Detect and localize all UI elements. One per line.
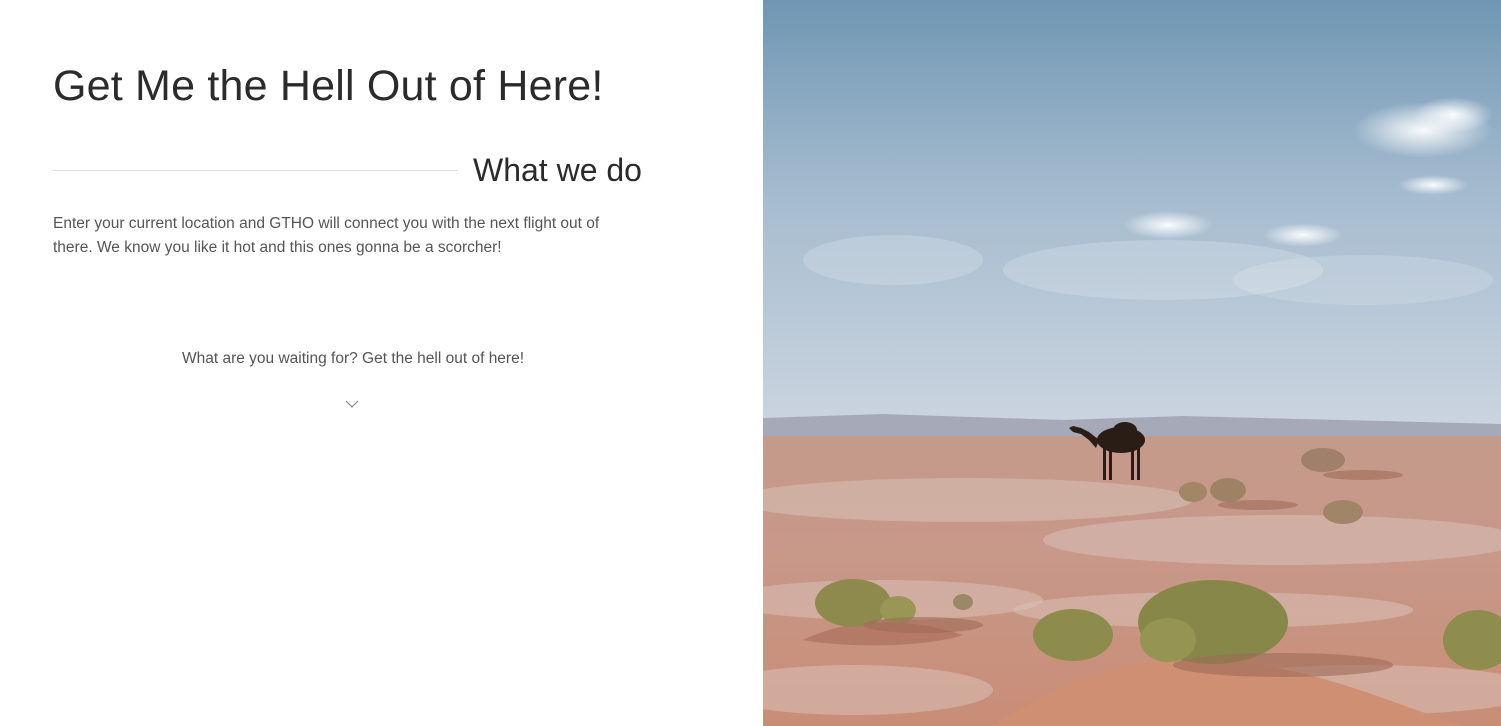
section-header: What we do xyxy=(53,152,653,192)
hero-image-panel xyxy=(763,0,1501,726)
page-title: Get Me the Hell Out of Here! xyxy=(53,62,604,110)
page: Get Me the Hell Out of Here! What we do … xyxy=(0,0,1501,726)
description-text: Enter your current location and GTHO wil… xyxy=(53,215,600,256)
section-heading: What we do xyxy=(473,152,642,188)
divider-line xyxy=(53,170,458,171)
desert-camel-image xyxy=(763,0,1501,726)
chevron-down-icon[interactable] xyxy=(344,398,360,410)
content-panel: Get Me the Hell Out of Here! What we do … xyxy=(0,0,763,726)
cta-text: What are you waiting for? Get the hell o… xyxy=(181,350,525,367)
